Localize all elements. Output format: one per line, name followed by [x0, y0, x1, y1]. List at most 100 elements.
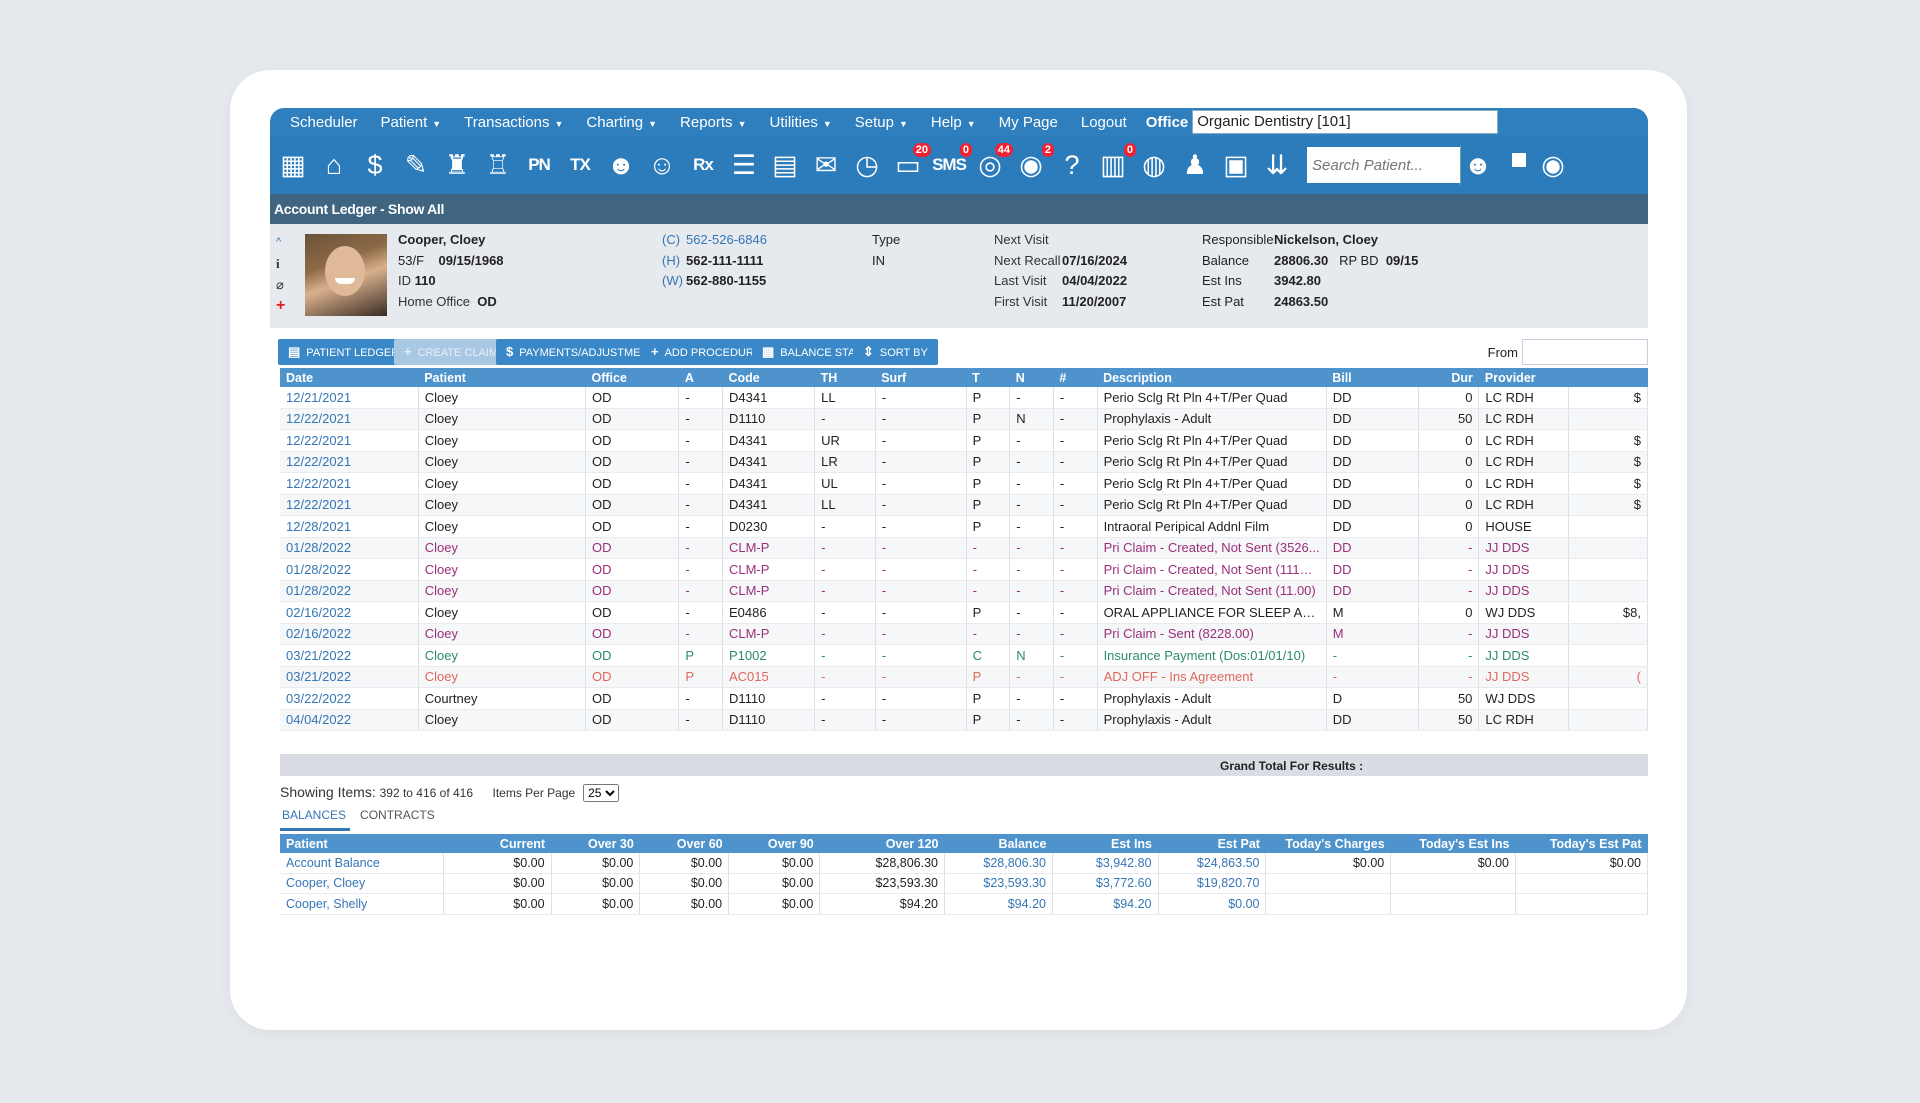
column-header[interactable]: Description [1097, 368, 1327, 387]
table-row[interactable]: 03/22/2022 Courtney OD - D1110- - P - - Prophylax… [280, 687, 1648, 710]
balance-patient-cell[interactable]: Cooper, Cloey [280, 873, 444, 894]
edit-note-icon[interactable]: ✎ [397, 145, 435, 185]
help-icon[interactable]: ? [1053, 145, 1091, 185]
collapse-icon[interactable]: ⇊ [1258, 145, 1296, 185]
phone-value[interactable]: 562-111-1111 [686, 253, 763, 268]
table-row[interactable]: 12/22/2021 Cloey OD - D4341 LL - P - - Perio Sclg … [280, 494, 1648, 516]
patient-ledger-button[interactable]: ▤ Patient Ledger [278, 339, 410, 365]
responsible-value[interactable]: Nickelson, Cloey [1274, 232, 1378, 247]
support-icon[interactable]: ◉ 2 [1012, 143, 1054, 185]
medical-alert-icon[interactable]: + [276, 295, 290, 316]
balance-patient-cell[interactable]: Cooper, Shelly [280, 893, 444, 915]
date-cell[interactable]: 12/22/2021 [280, 429, 419, 452]
table-row[interactable]: 04/04/2022 Cloey OD - D1110- - P - - Prophylaxis … [280, 709, 1648, 731]
column-header[interactable]: A [678, 368, 723, 387]
table-row[interactable]: 02/16/2022 Cloey OD - CLM-P - - - - - Pri Claim - … [280, 623, 1648, 645]
column-header[interactable]: T [966, 368, 1010, 387]
collapse-up-icon[interactable]: ^ [276, 232, 290, 253]
column-header[interactable]: TH [814, 368, 876, 387]
dollar-icon[interactable]: $ [356, 145, 394, 185]
date-cell[interactable]: 12/22/2021 [280, 451, 419, 473]
tab-balances[interactable]: BALANCES [280, 808, 351, 831]
table-row[interactable]: 12/21/2021 Cloey OD - D4341 LL - P - - Perio Sclg … [280, 387, 1648, 409]
menu-item-help[interactable]: Help ▼ [931, 114, 976, 131]
date-cell[interactable]: 01/28/2022 [280, 558, 419, 581]
find-patient-icon[interactable]: ◉ [1534, 145, 1572, 185]
date-cell[interactable]: 12/21/2021 [280, 387, 419, 409]
table-row[interactable]: 12/22/2021 Cloey OD - D4341 UR - P - - Perio Sclg … [280, 429, 1648, 452]
table-row[interactable]: 03/21/2022 Cloey OD P P1002- - C N - Insurance Pa… [280, 644, 1648, 667]
web-icon[interactable]: ◍ [1135, 145, 1173, 185]
toggle-checkbox[interactable] [1512, 153, 1526, 167]
menu-item-charting[interactable]: Charting ▼ [586, 114, 657, 131]
balance-row[interactable]: Account Balance $0.00 $0.00 $0.00 $0.00 $28,8… [280, 853, 1648, 874]
rx-icon[interactable]: Rx [684, 145, 722, 185]
phone-value[interactable]: 562-526-6846 [686, 232, 767, 247]
date-cell[interactable]: 12/28/2021 [280, 515, 419, 538]
date-cell[interactable]: 03/21/2022 [280, 666, 419, 688]
menu-item-transactions[interactable]: Transactions ▼ [464, 114, 563, 131]
column-header[interactable]: Date [280, 368, 419, 387]
tab-contracts[interactable]: CONTRACTS [358, 808, 439, 826]
menu-item-reports[interactable]: Reports ▼ [680, 114, 746, 131]
checklist-icon[interactable]: ▥ 0 [1094, 143, 1136, 185]
column-header[interactable]: Code [722, 368, 815, 387]
calendar-icon[interactable]: ▦ [274, 145, 312, 185]
date-cell[interactable]: 03/21/2022 [280, 644, 419, 667]
column-header[interactable]: Provider [1478, 368, 1569, 387]
balance-row[interactable]: Cooper, Shelly $0.00 $0.00 $0.00 $0.00 $94.20… [280, 893, 1648, 915]
menu-item-utilities[interactable]: Utilities ▼ [769, 114, 831, 131]
table-row[interactable]: 02/16/2022 Cloey OD - E0486- - P - - ORAL APPLIAN… [280, 601, 1648, 624]
office-select[interactable]: Organic Dentistry [101] [1192, 110, 1499, 134]
patient-name[interactable]: Cooper, Cloey [398, 232, 485, 247]
list-icon[interactable]: ☰ [725, 145, 763, 185]
date-cell[interactable]: 01/28/2022 [280, 537, 419, 559]
table-row[interactable]: 12/28/2021 Cloey OD - D0230- - P - - Intraoral Pe… [280, 515, 1648, 538]
menu-item-logout[interactable]: Logout [1081, 114, 1127, 131]
menu-item-my-page[interactable]: My Page [999, 114, 1058, 131]
date-cell[interactable]: 12/22/2021 [280, 472, 419, 495]
document-icon[interactable]: ▤ [766, 145, 804, 185]
from-date-input[interactable] [1522, 339, 1648, 365]
menu-item-scheduler[interactable]: Scheduler [290, 114, 358, 131]
date-cell[interactable]: 12/22/2021 [280, 408, 419, 430]
per-page-select[interactable]: 25 [583, 784, 620, 802]
date-cell[interactable]: 03/22/2022 [280, 687, 419, 710]
menu-item-setup[interactable]: Setup ▼ [855, 114, 908, 131]
table-row[interactable]: 12/22/2021 Cloey OD - D4341 LR - P - - Perio Sclg … [280, 451, 1648, 473]
date-cell[interactable]: 01/28/2022 [280, 580, 419, 602]
column-header[interactable]: Bill [1326, 368, 1419, 387]
info-icon[interactable]: i [276, 253, 290, 274]
date-cell[interactable]: 02/16/2022 [280, 601, 419, 624]
table-row[interactable]: 01/28/2022 Cloey OD - CLM-P - - - - - Pri Claim - … [280, 558, 1648, 581]
clock-icon[interactable]: ◷ [848, 145, 886, 185]
column-header[interactable]: Patient [418, 368, 586, 387]
menu-item-patient[interactable]: Patient ▼ [381, 114, 442, 131]
tooth-icon[interactable]: ♜ [438, 145, 476, 185]
column-header[interactable]: Dur [1418, 368, 1479, 387]
column-header[interactable]: N [1009, 368, 1054, 387]
column-header[interactable]: # [1053, 368, 1098, 387]
phone-value[interactable]: 562-880-1155 [686, 273, 766, 288]
date-cell[interactable]: 04/04/2022 [280, 709, 419, 731]
add-patient-icon[interactable]: ☻ [602, 145, 640, 185]
patient-search-icon[interactable]: ☻ [1460, 145, 1495, 185]
home-icon[interactable]: ⌂ [315, 145, 353, 185]
chat-icon[interactable]: ▭ 20 [889, 143, 931, 185]
teeth-icon[interactable]: ♖ [479, 145, 517, 185]
mail-icon[interactable]: ✉ [807, 145, 845, 185]
balance-row[interactable]: Cooper, Cloey $0.00 $0.00 $0.00 $0.00 $23,593… [280, 873, 1648, 894]
paperclip-icon[interactable]: ⌀ [276, 274, 290, 295]
date-cell[interactable]: 12/22/2021 [280, 494, 419, 516]
search-patient-input[interactable] [1307, 147, 1460, 183]
table-row[interactable]: 12/22/2021 Cloey OD - D4341 UL - P - - Perio Sclg … [280, 472, 1648, 495]
date-cell[interactable]: 02/16/2022 [280, 623, 419, 645]
table-row[interactable]: 01/28/2022 Cloey OD - CLM-P - - - - - Pri Claim - … [280, 537, 1648, 559]
tx-icon[interactable]: TX [561, 145, 599, 185]
globe-icon[interactable]: ◎ 44 [971, 143, 1013, 185]
column-header[interactable]: Office [585, 368, 679, 387]
sms-icon[interactable]: SMS 0 [930, 143, 972, 185]
sort-by-button[interactable]: ⇕ Sort By [853, 339, 938, 365]
table-row[interactable]: 03/21/2022 Cloey OD P AC015- - P - - ADJ OFF - In… [280, 666, 1648, 688]
add-family-icon[interactable]: ☺ [643, 145, 681, 185]
